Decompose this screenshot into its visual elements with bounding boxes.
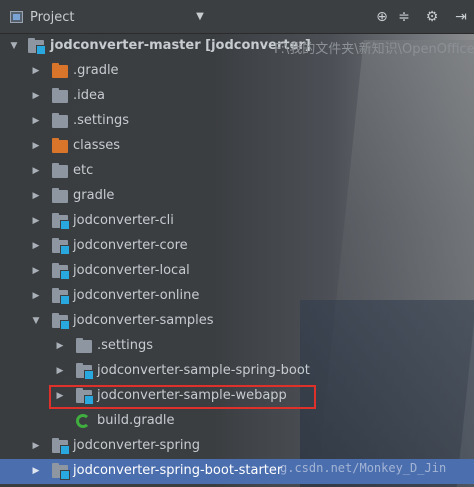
collapsed-arrow-icon[interactable]: ▶ bbox=[30, 90, 42, 102]
project-header: Project ▼ ⊕ ≑ ⚙ ⇥ bbox=[0, 0, 474, 34]
folder-icon bbox=[76, 338, 92, 353]
tree-item[interactable]: ▶ classes bbox=[0, 134, 474, 159]
tree-item-label: jodconverter-sample-spring-boot bbox=[97, 363, 310, 378]
collapse-icon[interactable]: ≑ bbox=[395, 8, 413, 26]
collapsed-arrow-icon[interactable]: ▶ bbox=[30, 290, 42, 302]
collapsed-arrow-icon[interactable]: ▶ bbox=[30, 190, 42, 202]
target-icon[interactable]: ⊕ bbox=[373, 8, 391, 26]
module-folder-icon bbox=[52, 263, 70, 280]
collapsed-arrow-icon[interactable]: ▶ bbox=[30, 215, 42, 227]
root-path-hint: F:\我的文件夹\新知识\OpenOffice bbox=[274, 42, 474, 57]
tree-item-label: jodconverter-spring bbox=[73, 438, 200, 453]
folder-icon bbox=[52, 113, 68, 128]
tree-item[interactable]: ▶ jodconverter-spring bbox=[0, 434, 474, 459]
tree-item[interactable]: ▶ etc bbox=[0, 159, 474, 184]
collapsed-arrow-icon[interactable]: ▶ bbox=[30, 240, 42, 252]
tree-item[interactable]: ▼ jodconverter-samples bbox=[0, 309, 474, 334]
tree-item[interactable]: ▶ .idea bbox=[0, 84, 474, 109]
collapsed-arrow-icon[interactable]: ▶ bbox=[30, 165, 42, 177]
expanded-arrow-icon[interactable]: ▼ bbox=[30, 315, 42, 327]
tree-item[interactable]: ▶ jodconverter-cli bbox=[0, 209, 474, 234]
tree-item-label: classes bbox=[73, 138, 121, 153]
folder-icon bbox=[52, 188, 68, 203]
tree-item[interactable]: ▶ .gradle bbox=[0, 59, 474, 84]
project-panel: Project ▼ ⊕ ≑ ⚙ ⇥ ▼ jodconverter-master … bbox=[0, 0, 474, 487]
module-folder-icon bbox=[28, 38, 46, 55]
collapsed-arrow-icon[interactable]: ▶ bbox=[54, 340, 66, 352]
tree-item-label: jodconverter-online bbox=[73, 288, 200, 303]
orange-folder-icon bbox=[52, 63, 68, 78]
module-folder-icon bbox=[76, 363, 94, 380]
tree-item-label: etc bbox=[73, 163, 94, 178]
project-view-title[interactable]: Project bbox=[30, 10, 74, 25]
project-icon bbox=[10, 11, 23, 23]
folder-icon bbox=[52, 88, 68, 103]
tree-item[interactable]: ▶ .settings bbox=[0, 334, 474, 359]
collapsed-arrow-icon[interactable]: ▶ bbox=[30, 65, 42, 77]
tree-item-label: .settings bbox=[97, 338, 153, 353]
collapsed-arrow-icon[interactable]: ▶ bbox=[30, 140, 42, 152]
watermark-text: g.csdn.net/Monkey_D_Jin bbox=[280, 461, 447, 475]
module-folder-icon bbox=[52, 313, 70, 330]
annotation-highlight-box bbox=[49, 385, 316, 409]
module-folder-icon bbox=[52, 438, 70, 455]
tree-item[interactable]: build.gradle bbox=[0, 409, 474, 434]
collapsed-arrow-icon[interactable]: ▶ bbox=[30, 115, 42, 127]
module-folder-icon bbox=[52, 463, 70, 480]
hide-icon[interactable]: ⇥ bbox=[452, 8, 470, 26]
collapsed-arrow-icon[interactable]: ▶ bbox=[30, 440, 42, 452]
triangle-down-icon[interactable]: ▼ bbox=[193, 11, 207, 23]
tree-root[interactable]: ▼ jodconverter-master [jodconverter] F:\… bbox=[0, 34, 474, 59]
tree-item[interactable]: ▶ jodconverter-local bbox=[0, 259, 474, 284]
root-label: jodconverter-master [jodconverter] bbox=[50, 38, 311, 53]
tree-item[interactable]: ▶ jodconverter-sample-spring-boot bbox=[0, 359, 474, 384]
tree-item-label: jodconverter-local bbox=[73, 263, 190, 278]
tree-item-label: .gradle bbox=[73, 63, 119, 78]
tree-item-label: jodconverter-cli bbox=[73, 213, 174, 228]
expanded-arrow-icon[interactable]: ▼ bbox=[8, 40, 20, 52]
tree-item-label: jodconverter-spring-boot-starter bbox=[73, 463, 283, 478]
module-folder-icon bbox=[52, 238, 70, 255]
collapsed-arrow-icon[interactable]: ▶ bbox=[30, 265, 42, 277]
gradle-icon bbox=[76, 414, 90, 428]
orange-folder-icon bbox=[52, 138, 68, 153]
tree-item-label: gradle bbox=[73, 188, 115, 203]
module-folder-icon bbox=[52, 288, 70, 305]
tree-item[interactable]: ▶ jodconverter-online bbox=[0, 284, 474, 309]
folder-icon bbox=[52, 163, 68, 178]
tree-item-label: build.gradle bbox=[97, 413, 175, 428]
tree-item[interactable]: ▶ .settings bbox=[0, 109, 474, 134]
tree-item-label: .settings bbox=[73, 113, 129, 128]
collapsed-arrow-icon[interactable]: ▶ bbox=[54, 365, 66, 377]
tree-item-label: jodconverter-core bbox=[73, 238, 188, 253]
tree-item-label: jodconverter-samples bbox=[73, 313, 214, 328]
module-folder-icon bbox=[52, 213, 70, 230]
gear-icon[interactable]: ⚙ bbox=[423, 8, 441, 26]
tree-item[interactable]: ▶ gradle bbox=[0, 184, 474, 209]
tree-item-label: .idea bbox=[73, 88, 105, 103]
collapsed-arrow-icon[interactable]: ▶ bbox=[30, 465, 42, 477]
tree-item[interactable]: ▶ jodconverter-core bbox=[0, 234, 474, 259]
